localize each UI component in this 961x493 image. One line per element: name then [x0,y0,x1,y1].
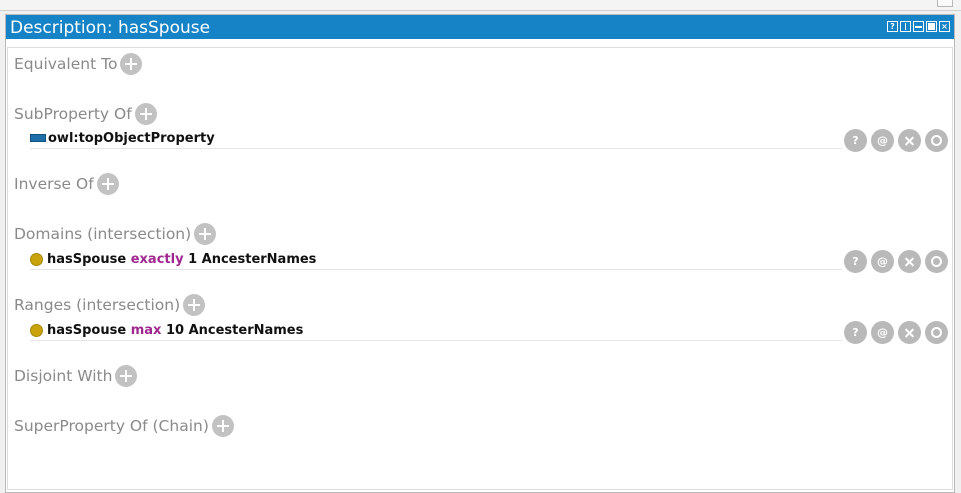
edit-icon[interactable] [925,250,948,273]
entry-expression: hasSpouse exactly 1 AncesterNames [47,252,316,267]
add-inverse-button[interactable] [96,173,119,195]
section-disjoint-with: Disjoint With [14,364,138,388]
class-icon [30,323,43,337]
section-label: Inverse Of [14,175,94,193]
section-label: SubProperty Of [14,105,132,123]
class-icon [30,252,43,266]
panel-titlebar: Description: hasSpouse ? × [6,15,954,39]
entry-name: owl:topObjectProperty [48,130,215,146]
section-domains: Domains (intersection) [14,222,217,246]
minimize-icon[interactable] [913,21,924,32]
add-equivalent-button[interactable] [120,53,143,75]
delete-icon[interactable] [898,321,921,344]
description-content: Equivalent To SubProperty Of owl:topObje… [7,47,953,490]
edit-icon[interactable] [925,321,948,344]
add-superproperty-chain-button[interactable] [211,415,234,437]
help-icon[interactable]: ? [844,250,867,273]
delete-icon[interactable] [898,250,921,273]
help-icon[interactable]: ? [844,321,867,344]
delete-icon[interactable] [898,129,921,152]
top-strip [0,0,961,11]
add-range-button[interactable] [183,294,206,316]
entry-rest: 10 AncesterNames [165,322,304,338]
entry-property: hasSpouse [47,322,127,338]
section-label: Domains (intersection) [14,225,192,243]
entry-rest: 1 AncesterNames [188,251,317,267]
entry-expression: hasSpouse max 10 AncesterNames [47,323,303,338]
add-subproperty-button[interactable] [134,103,157,125]
help-icon[interactable]: ? [887,21,898,32]
section-label: Disjoint With [14,367,113,385]
range-actions: ? @ [844,321,948,344]
section-superproperty-chain: SuperProperty Of (Chain) [14,414,234,438]
titlebar-icons: ? × [887,21,950,32]
scroll-corner [937,0,953,7]
add-domain-button[interactable] [194,223,217,245]
domain-entry[interactable]: hasSpouse exactly 1 AncesterNames [30,249,842,270]
maximize-icon[interactable] [926,21,937,32]
split-view-icon[interactable] [900,21,911,32]
range-entry[interactable]: hasSpouse max 10 AncesterNames [30,320,842,341]
object-property-icon [30,134,46,142]
entry-keyword: exactly [130,251,184,267]
annotate-icon[interactable]: @ [871,321,894,344]
section-label: Ranges (intersection) [14,296,181,314]
annotate-icon[interactable]: @ [871,250,894,273]
section-equivalent-to: Equivalent To [14,52,143,76]
close-icon[interactable]: × [939,21,950,32]
section-label: SuperProperty Of (Chain) [14,417,209,435]
edit-icon[interactable] [925,129,948,152]
help-icon[interactable]: ? [844,129,867,152]
subproperty-actions: ? @ [844,129,948,152]
add-disjoint-button[interactable] [115,365,138,387]
panel-title: Description: hasSpouse [10,18,211,38]
section-ranges: Ranges (intersection) [14,293,206,317]
subproperty-entry[interactable]: owl:topObjectProperty [30,128,842,149]
section-subproperty-of: SubProperty Of [14,102,157,126]
section-label: Equivalent To [14,55,118,73]
annotate-icon[interactable]: @ [871,129,894,152]
section-inverse-of: Inverse Of [14,172,119,196]
description-panel: Description: hasSpouse ? × Equivalent To… [5,14,955,493]
domain-actions: ? @ [844,250,948,273]
entry-property: hasSpouse [47,251,127,267]
entry-keyword: max [130,322,162,338]
